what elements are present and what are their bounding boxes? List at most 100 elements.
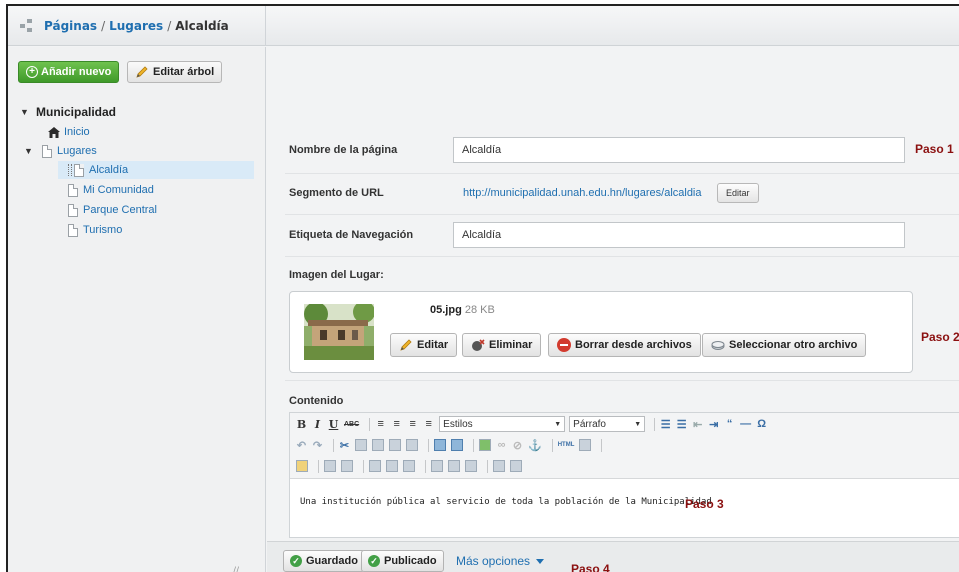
save-button[interactable]: ✓ Guardado xyxy=(283,550,365,572)
toolbar-row-2: ↶ ↷ ✂ ∞ ⊘ ⚓ HTML xyxy=(296,436,607,454)
content-label: Contenido xyxy=(289,395,344,407)
tree-item-label: Turismo xyxy=(83,224,123,236)
editor-content[interactable]: Una institución pública al servicio de t… xyxy=(300,497,712,507)
url-segment-label: Segmento de URL xyxy=(289,187,384,199)
paste-word-icon[interactable] xyxy=(406,439,418,451)
tree-item-alcaldia[interactable]: Alcaldía xyxy=(58,161,254,179)
table-icon[interactable] xyxy=(324,460,336,472)
remove-from-files-button[interactable]: Borrar desde archivos xyxy=(548,333,701,357)
tree-root-label: Municipalidad xyxy=(36,105,117,119)
toolbar-row-3 xyxy=(296,457,527,475)
cut-button[interactable]: ✂ xyxy=(339,439,350,452)
delete-image-button[interactable]: Eliminar xyxy=(462,333,542,357)
merge-cells-icon[interactable] xyxy=(510,460,522,472)
paste-text-icon[interactable] xyxy=(389,439,401,451)
align-center-button[interactable]: ≡ xyxy=(391,418,402,430)
image-field: 05.jpg 28 KB Editar Eliminar Borrar desd… xyxy=(289,291,913,373)
blockquote-button[interactable]: “ xyxy=(724,418,735,430)
paste-icon[interactable] xyxy=(372,439,384,451)
step-3-annotation: Paso 3 xyxy=(685,497,724,511)
undo-button[interactable]: ↶ xyxy=(296,439,307,452)
bullet-list-button[interactable]: ☰ xyxy=(660,418,671,431)
justify-button[interactable]: ≡ xyxy=(423,418,434,430)
collapse-triangle-icon[interactable]: ▼ xyxy=(24,146,36,156)
horizontal-rule-button[interactable]: — xyxy=(740,418,751,430)
pencil-icon xyxy=(136,66,148,78)
edit-image-button[interactable]: Editar xyxy=(390,333,458,357)
strikethrough-button[interactable]: ABC xyxy=(344,421,359,428)
breadcrumb-current: Alcaldía xyxy=(175,19,229,33)
format-select-value: Párrafo xyxy=(573,418,606,430)
more-options-dropdown[interactable]: Más opciones xyxy=(456,554,545,568)
save-label: Guardado xyxy=(306,555,358,567)
redo-button[interactable]: ↷ xyxy=(312,439,323,452)
step-2-annotation: Paso 2 xyxy=(921,330,959,344)
outdent-button[interactable]: ⇤ xyxy=(692,418,703,431)
select-all-icon[interactable] xyxy=(451,439,463,451)
page-name-field[interactable]: Alcaldía xyxy=(453,137,905,163)
breadcrumb-paginas[interactable]: Páginas xyxy=(44,19,97,33)
select-other-file-button[interactable]: Seleccionar otro archivo xyxy=(702,333,867,357)
styles-select[interactable]: Estilos ▼ xyxy=(439,416,566,432)
edit-url-button[interactable]: Editar xyxy=(717,183,759,203)
image-filename: 05.jpg xyxy=(430,304,462,316)
publish-button[interactable]: ✓ Publicado xyxy=(361,550,444,572)
numbered-list-button[interactable]: ☰ xyxy=(676,418,687,431)
plus-icon: + xyxy=(26,66,38,78)
tree-root[interactable]: ▼ Municipalidad xyxy=(20,103,116,121)
align-left-button[interactable]: ≡ xyxy=(375,418,386,430)
toolbar-row-1: B I U ABC ≡ ≡ ≡ ≡ Estilos ▼ Párrafo ▼ ☰ ☰ … xyxy=(296,415,772,433)
special-char-button[interactable]: Ω xyxy=(756,418,767,430)
tree-item-mi-comunidad[interactable]: Mi Comunidad xyxy=(68,181,154,199)
indent-button[interactable]: ⇥ xyxy=(708,418,719,431)
image-file-info: 05.jpg 28 KB xyxy=(430,304,495,316)
edit-tree-button[interactable]: Editar árbol xyxy=(127,61,223,83)
tree-item-label: Parque Central xyxy=(83,204,157,216)
publish-label: Publicado xyxy=(384,555,437,567)
tree-item-lugares[interactable]: ▼ Lugares xyxy=(24,142,97,160)
collapse-triangle-icon[interactable]: ▼ xyxy=(20,107,32,117)
anchor-button[interactable]: ⚓ xyxy=(528,439,542,452)
table-props-icon[interactable] xyxy=(341,460,353,472)
add-new-label: Añadir nuevo xyxy=(41,66,112,78)
bold-button[interactable]: B xyxy=(296,418,307,431)
delete-row-icon[interactable] xyxy=(403,460,415,472)
add-new-button[interactable]: + Añadir nuevo xyxy=(18,61,120,83)
editor-toolbar: B I U ABC ≡ ≡ ≡ ≡ Estilos ▼ Párrafo ▼ ☰ ☰ … xyxy=(290,413,959,479)
dropdown-arrow-icon xyxy=(536,559,545,565)
copy-icon[interactable] xyxy=(355,439,367,451)
nav-label-field[interactable]: Alcaldía xyxy=(453,222,905,248)
link-button[interactable]: ∞ xyxy=(496,439,507,451)
page-icon xyxy=(68,183,78,197)
resize-handle-icon[interactable]: // xyxy=(233,566,239,572)
find-replace-icon[interactable] xyxy=(434,439,446,451)
insert-image-icon[interactable] xyxy=(479,439,491,451)
home-icon xyxy=(48,126,60,138)
underline-button[interactable]: U xyxy=(328,418,339,431)
row-before-icon[interactable] xyxy=(369,460,381,472)
drag-handle-icon[interactable] xyxy=(68,164,72,176)
tree-item-label: Alcaldía xyxy=(89,164,129,176)
minus-circle-icon xyxy=(557,338,571,352)
tree-item-turismo[interactable]: Turismo xyxy=(68,221,122,239)
align-right-button[interactable]: ≡ xyxy=(407,418,418,430)
col-after-icon[interactable] xyxy=(448,460,460,472)
rich-text-editor: B I U ABC ≡ ≡ ≡ ≡ Estilos ▼ Párrafo ▼ ☰ ☰ … xyxy=(289,412,959,538)
html-source-button[interactable]: HTML xyxy=(558,442,575,448)
tree-item-label: Lugares xyxy=(57,145,97,157)
italic-button[interactable]: I xyxy=(312,418,323,431)
tree-item-parque-central[interactable]: Parque Central xyxy=(68,201,157,219)
styles-select-value: Estilos xyxy=(443,418,473,430)
delete-col-icon[interactable] xyxy=(465,460,477,472)
embed-icon[interactable] xyxy=(579,439,592,451)
split-cells-icon[interactable] xyxy=(493,460,505,472)
format-select[interactable]: Párrafo ▼ xyxy=(569,416,646,432)
row-after-icon[interactable] xyxy=(386,460,398,472)
action-bar: ✓ Guardado ✓ Publicado Más opciones Paso… xyxy=(267,541,959,572)
edit-image-label: Editar xyxy=(417,339,449,351)
tree-item-inicio[interactable]: Inicio xyxy=(48,123,90,141)
col-before-icon[interactable] xyxy=(431,460,443,472)
edit-code-icon[interactable] xyxy=(296,460,308,472)
breadcrumb-lugares[interactable]: Lugares xyxy=(109,19,163,33)
unlink-button[interactable]: ⊘ xyxy=(512,439,523,452)
